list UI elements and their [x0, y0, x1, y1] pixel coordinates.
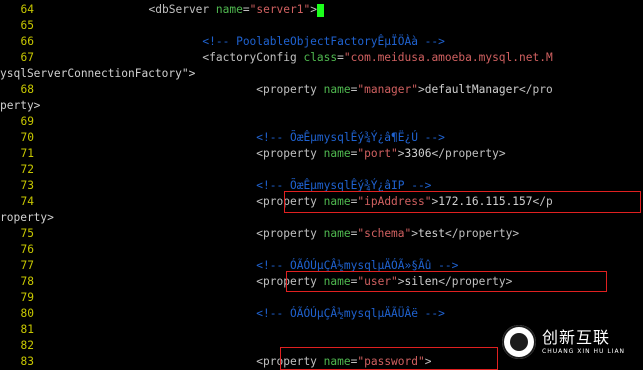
line-number: 75 [20, 227, 34, 240]
attribute-value: "port" [357, 147, 398, 160]
line-number: 76 [20, 243, 34, 256]
comment: <!-- ÓÃÓÚµÇÂ½mysqlµÄÃÜÂë --> [256, 307, 445, 320]
tag-close: > [418, 83, 425, 96]
line-number: 68 [20, 83, 34, 96]
tag-close: > [310, 3, 317, 16]
code-line[interactable]: 79 [0, 290, 41, 306]
tag-open: <property [256, 83, 317, 96]
code-line[interactable]: 80 <!-- ÓÃÓÚµÇÂ½mysqlµÄÃÜÂë --> [0, 306, 445, 322]
line-number: 74 [20, 195, 34, 208]
line-number: 77 [20, 259, 34, 272]
code-line[interactable]: 76 [0, 242, 41, 258]
line-number: 65 [20, 19, 34, 32]
highlight-box-user [286, 271, 607, 292]
attribute-name: name [215, 3, 243, 16]
equals-sign: = [242, 3, 250, 16]
line-number: 72 [20, 163, 34, 176]
tag-open: <dbServer [148, 3, 210, 16]
code-line[interactable]: 65 [0, 18, 41, 34]
line-number: 81 [20, 323, 34, 336]
tag-close: > [397, 147, 405, 160]
attribute-name: name [323, 83, 351, 96]
tag-open: <factoryConfig [202, 51, 297, 64]
line-number: 73 [20, 179, 34, 192]
line-number: 67 [20, 51, 34, 64]
line-number: 83 [20, 355, 34, 368]
line-number: 69 [20, 115, 34, 128]
line-number: 82 [20, 339, 34, 352]
code-line[interactable]: 81 [0, 322, 41, 338]
comment: <!-- ÕæÊµmysqlÊý¾Ý¿â¶Ë¿Ú --> [256, 131, 445, 144]
code-line[interactable]: 82 [0, 338, 41, 354]
highlight-box-ipaddress [284, 191, 641, 213]
line-number: 78 [20, 275, 34, 288]
code-line[interactable]: 70 <!-- ÕæÊµmysqlÊý¾Ý¿â¶Ë¿Ú --> [0, 130, 445, 146]
line-number: 71 [20, 147, 34, 160]
attribute-value: "server1" [249, 3, 311, 16]
attribute-name: name [323, 227, 351, 240]
tag-end: </property> [444, 227, 520, 240]
highlight-box-password [280, 347, 498, 370]
code-line[interactable]: ysqlServerConnectionFactory"> [0, 66, 195, 82]
attribute-value: "schema" [357, 227, 412, 240]
code-line[interactable]: 68 <property name="manager">defaultManag… [0, 82, 553, 98]
wrapped-line-text: ysqlServerConnectionFactory"> [0, 67, 196, 80]
text-cursor [316, 3, 324, 17]
attribute-name: name [323, 147, 351, 160]
equals-sign: = [337, 51, 344, 64]
element-text: 3306 [404, 147, 432, 160]
comment: <!-- PoolableObjectFactoryÊµÏÖÀà --> [202, 35, 445, 48]
watermark-logo-icon [502, 325, 536, 359]
code-line[interactable]: 67 <factoryConfig class="com.meidusa.amo… [0, 50, 553, 66]
code-line[interactable]: perty> [0, 98, 40, 114]
line-number: 79 [20, 291, 34, 304]
line-number: 70 [20, 131, 34, 144]
watermark-en: CHUANG XIN HU LIAN [542, 347, 626, 355]
code-line[interactable]: roperty> [0, 210, 54, 226]
tag-close: > [411, 227, 419, 240]
element-text: defaultManager [424, 83, 520, 96]
line-number: 64 [20, 3, 34, 16]
attribute-value: "com.meidusa.amoeba.mysql.net.M [343, 51, 553, 64]
tag-end: </pro [519, 83, 553, 96]
code-line[interactable]: 75 <property name="schema">test</propert… [0, 226, 520, 242]
attribute-name: class [303, 51, 338, 64]
code-line[interactable]: 71 <property name="port">3306</property> [0, 146, 506, 162]
code-line[interactable]: 69 [0, 114, 41, 130]
tag-end: </property> [431, 147, 506, 160]
tag-open: <property [256, 227, 317, 240]
wrapped-line-text: perty> [0, 99, 41, 112]
code-line[interactable]: 66 <!-- PoolableObjectFactoryÊµÏÖÀà --> [0, 34, 445, 50]
line-number: 80 [20, 307, 34, 320]
code-line[interactable]: 72 [0, 162, 41, 178]
tag-open: <property [256, 147, 317, 160]
wrapped-line-text: roperty> [0, 211, 54, 224]
watermark: 创新互联 CHUANG XIN HU LIAN [502, 320, 637, 364]
line-number: 66 [20, 35, 34, 48]
code-line[interactable]: 64 <dbServer name="server1"> [0, 2, 324, 18]
attribute-value: "manager" [357, 83, 418, 96]
watermark-cn: 创新互联 [542, 327, 611, 347]
element-text: test [418, 227, 445, 240]
